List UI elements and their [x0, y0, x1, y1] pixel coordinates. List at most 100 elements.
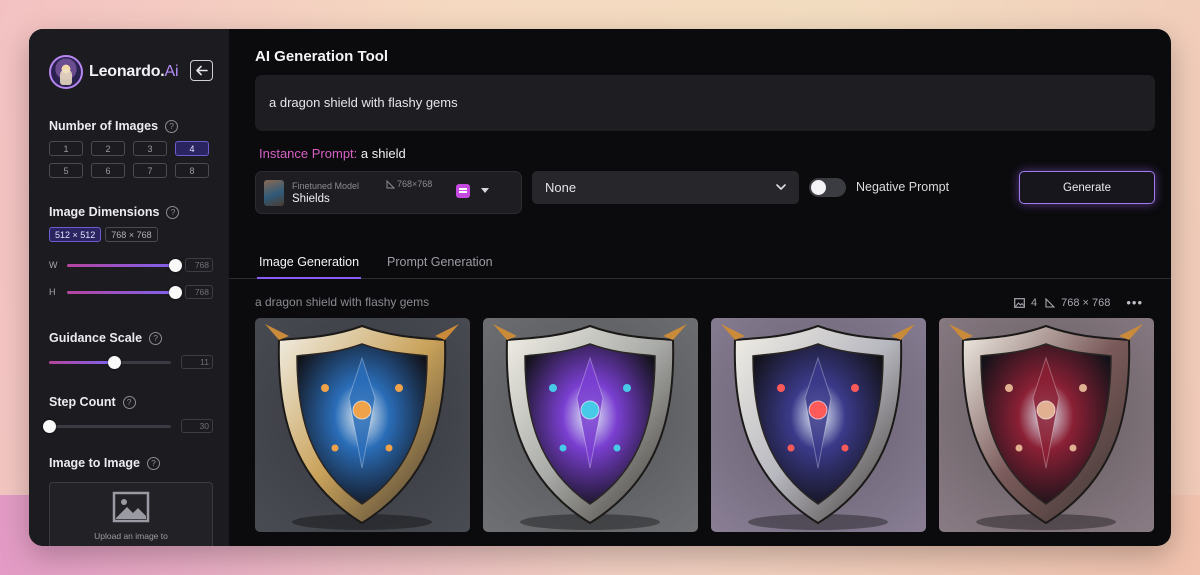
height-slider[interactable]: [67, 285, 182, 299]
image-count-option[interactable]: 6: [91, 163, 125, 178]
tab-prompt-generation[interactable]: Prompt Generation: [387, 255, 493, 269]
image-count-option[interactable]: 2: [91, 141, 125, 156]
width-slider-knob[interactable]: [169, 258, 182, 272]
prompt-input[interactable]: a dragon shield with flashy gems: [255, 75, 1155, 131]
toggle-knob: [811, 180, 826, 195]
number-of-images-label: Number of Images: [49, 119, 159, 133]
generation-meta: 4 768 × 768 •••: [1014, 295, 1143, 310]
help-icon[interactable]: ?: [149, 331, 163, 345]
step-count-section: Step Count? 30: [43, 395, 213, 433]
brand-name-text: Leonardo.: [89, 63, 165, 80]
model-thumbnail: [264, 179, 284, 206]
model-select[interactable]: Finetuned Model Shields 768×768: [255, 171, 522, 214]
guidance-scale-label: Guidance Scale: [49, 331, 143, 345]
help-icon[interactable]: ?: [147, 456, 160, 470]
instance-prompt-value: a shield: [357, 146, 406, 161]
image-dimensions-title: Image Dimensions?: [49, 205, 213, 219]
negative-prompt-toggle[interactable]: [809, 178, 846, 197]
image-dimensions-label: Image Dimensions: [49, 205, 160, 219]
image-icon: [112, 491, 150, 523]
collapse-sidebar-button[interactable]: [190, 60, 213, 81]
image-to-image-section: Image to Image?: [49, 456, 160, 470]
brand-name-suffix: Ai: [164, 63, 179, 80]
image-dims: 768 × 768: [1061, 296, 1111, 309]
image-count-option[interactable]: 7: [133, 163, 167, 178]
image-count-option[interactable]: 3: [133, 141, 167, 156]
step-slider[interactable]: [43, 419, 171, 433]
shield-illustration: [255, 318, 470, 532]
negative-prompt-label: Negative Prompt: [856, 180, 950, 194]
help-icon[interactable]: ?: [122, 395, 136, 409]
width-value[interactable]: 768: [185, 258, 213, 272]
guidance-slider-row: 11: [49, 355, 213, 369]
step-value[interactable]: 30: [181, 419, 213, 433]
image-count-option-selected[interactable]: 4: [175, 141, 209, 156]
step-slider-knob[interactable]: [43, 419, 56, 433]
model-name: Shields: [292, 192, 330, 205]
generated-image-3[interactable]: [711, 318, 926, 532]
model-dims-text: 768×768: [397, 179, 433, 189]
guidance-scale-title: Guidance Scale?: [49, 331, 213, 345]
height-value[interactable]: 768: [185, 285, 213, 299]
chevron-down-icon: [776, 184, 786, 191]
image-count-icon: [1014, 297, 1025, 308]
logo-avatar: [49, 55, 83, 89]
guidance-slider-knob[interactable]: [107, 355, 121, 369]
number-of-images-section: Number of Images? 1 2 3 4 5 6 7 8: [49, 119, 209, 178]
width-slider-fill: [67, 263, 175, 267]
prompt-template-icon[interactable]: [456, 184, 470, 198]
width-slider-label: W: [49, 260, 58, 270]
ruler-icon: [386, 179, 395, 188]
generated-image-1[interactable]: [255, 318, 470, 532]
instance-prompt-label: Instance Prompt:: [259, 146, 358, 161]
more-options-icon[interactable]: •••: [1126, 295, 1143, 310]
caret-down-icon[interactable]: [481, 188, 489, 193]
main-panel: AI Generation Tool a dragon shield with …: [229, 29, 1171, 546]
ruler-icon: [1045, 297, 1056, 308]
dimension-preset[interactable]: 768 × 768: [105, 227, 158, 242]
image-dimensions-section: Image Dimensions? 512 × 512 768 × 768 W …: [49, 205, 213, 299]
generated-images-grid: [255, 318, 1154, 532]
image-count: 4: [1030, 296, 1038, 309]
generation-prompt: a dragon shield with flashy gems: [255, 295, 430, 309]
guidance-scale-section: Guidance Scale? 11: [49, 331, 213, 369]
generate-button[interactable]: Generate: [1019, 171, 1155, 204]
image-upload-dropzone[interactable]: Upload an image to: [49, 482, 213, 546]
dimension-preset-selected[interactable]: 512 × 512: [49, 227, 102, 242]
sidebar: Leonardo.Ai Number of Images? 1 2 3 4 5 …: [29, 29, 229, 546]
step-slider-row: 30: [43, 419, 213, 433]
width-slider-row: W 768: [49, 258, 213, 272]
height-slider-fill: [67, 290, 175, 294]
image-to-image-title: Image to Image?: [49, 456, 160, 470]
image-count-option[interactable]: 5: [49, 163, 83, 178]
upload-hint: Upload an image to: [94, 531, 168, 541]
style-select[interactable]: None: [532, 171, 799, 204]
step-count-title: Step Count?: [49, 395, 213, 409]
model-dimensions: 768×768: [386, 179, 432, 189]
help-icon[interactable]: ?: [166, 205, 180, 219]
image-count-grid: 1 2 3 4 5 6 7 8: [49, 141, 209, 178]
image-to-image-label: Image to Image: [49, 456, 140, 470]
width-slider[interactable]: [67, 258, 182, 272]
generated-image-2[interactable]: [483, 318, 698, 532]
shield-illustration: [711, 318, 926, 532]
shield-illustration: [939, 318, 1154, 532]
model-type-label: Finetuned Model: [292, 180, 360, 191]
brand-name: Leonardo.Ai: [89, 63, 179, 81]
tab-image-generation[interactable]: Image Generation: [256, 255, 362, 279]
image-count-option[interactable]: 1: [49, 141, 83, 156]
guidance-slider-fill: [49, 360, 114, 364]
model-info: Finetuned Model Shields: [292, 181, 359, 205]
step-count-label: Step Count: [49, 395, 116, 409]
style-select-value: None: [545, 180, 577, 195]
generated-image-4[interactable]: [939, 318, 1154, 532]
guidance-value[interactable]: 11: [181, 355, 213, 369]
instance-prompt: Instance Prompt: a shield: [259, 146, 406, 161]
brand[interactable]: Leonardo.Ai: [49, 55, 213, 89]
number-of-images-title: Number of Images?: [49, 119, 209, 133]
height-slider-knob[interactable]: [169, 285, 182, 299]
dimension-presets: 512 × 512 768 × 768: [49, 227, 213, 242]
image-count-option[interactable]: 8: [175, 163, 209, 178]
guidance-slider[interactable]: [49, 355, 171, 369]
help-icon[interactable]: ?: [165, 119, 179, 133]
